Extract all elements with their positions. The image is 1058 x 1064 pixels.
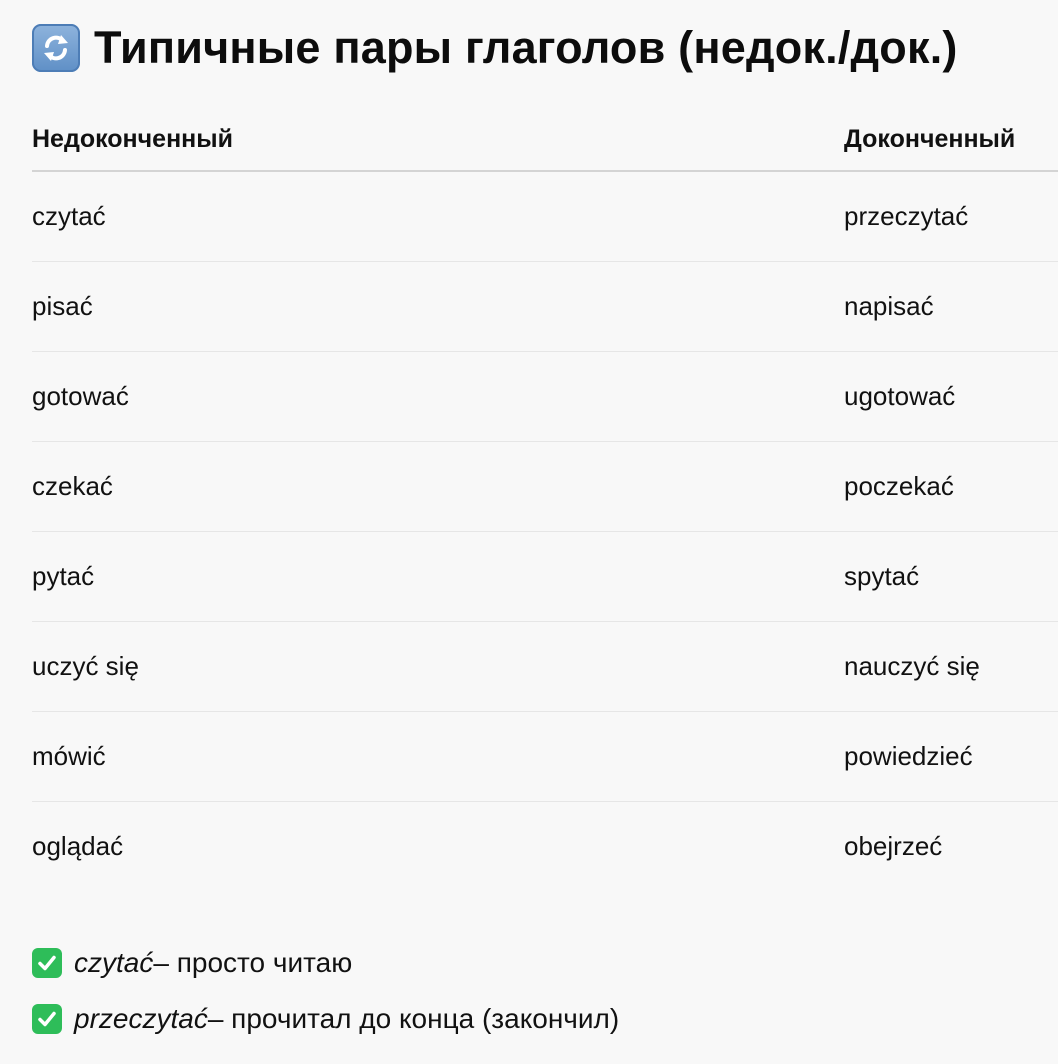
table-row: mówić powiedzieć [32,712,1058,802]
verb-pairs-table: Недоконченный Доконченный czytać przeczy… [32,106,1058,891]
note-text: – просто читаю [153,947,353,978]
imperfective-verb: gotować [32,381,129,411]
imperfective-verb: pisać [32,291,93,321]
imperfective-verb: mówić [32,741,106,771]
check-mark-icon [32,948,62,978]
table-row: oglądać obejrzeć [32,802,1058,891]
column-header-perfective: Доконченный [844,125,1016,153]
note-text: – прочитал до конца (закончил) [207,1003,620,1034]
perfective-verb: ugotować [844,381,956,411]
perfective-verb: poczekać [844,471,954,501]
perfective-verb: powiedzieć [844,741,973,771]
imperfective-verb: czekać [32,471,113,501]
column-header-imperfective: Недоконченный [32,125,233,153]
refresh-arrows-icon [32,24,80,72]
perfective-verb: obejrzeć [844,831,943,861]
table-row: czekać poczekać [32,442,1058,532]
table-row: pisać napisać [32,262,1058,352]
note-verb: czytać [74,947,154,978]
note-verb: przeczytać [74,1003,208,1034]
perfective-verb: spytać [844,561,920,591]
table-header: Недоконченный Доконченный [32,106,1058,172]
perfective-verb: przeczytać [844,201,969,231]
imperfective-verb: pytać [32,561,95,591]
imperfective-verb: uczyć się [32,651,139,681]
example-notes: czytać – просто читаю przeczytać – прочи… [32,940,619,1052]
table-row: gotować ugotować [32,352,1058,442]
note-item: przeczytać – прочитал до конца (закончил… [32,996,619,1042]
perfective-verb: napisać [844,291,934,321]
imperfective-verb: czytać [32,201,106,231]
page-title: Типичные пары глаголов (недок./док.) [94,22,958,73]
note-item: czytać – просто читаю [32,940,619,986]
table-row: uczyć się nauczyć się [32,622,1058,712]
check-mark-icon [32,1004,62,1034]
table-row: czytać przeczytać [32,172,1058,262]
page-title-row: Типичные пары глаголов (недок./док.) [32,22,958,74]
table-row: pytać spytać [32,532,1058,622]
imperfective-verb: oglądać [32,831,124,861]
perfective-verb: nauczyć się [844,651,980,681]
